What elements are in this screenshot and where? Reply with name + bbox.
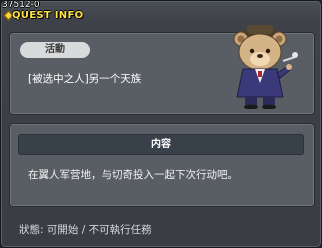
quest-description: 在翼人军营地，与切奇投入一起下次行动吧。	[28, 169, 238, 181]
quest-content-panel: 内容 在翼人军营地，与切奇投入一起下次行动吧。	[9, 123, 315, 207]
quest-info-window: 37512-0 QUEST INFO 活動 [被选中之人]另一个天族 内容 在翼…	[0, 0, 322, 248]
quest-name: [被选中之人]另一个天族	[28, 73, 142, 85]
content-section-header: 内容	[18, 134, 304, 155]
quest-status: 狀態: 可開始 / 不可執行任務	[19, 224, 152, 236]
bear-npc-icon	[225, 23, 299, 109]
quest-id-label: 37512-0	[2, 0, 40, 10]
category-badge: 活動	[20, 42, 90, 58]
window-title: QUEST INFO	[12, 10, 84, 21]
